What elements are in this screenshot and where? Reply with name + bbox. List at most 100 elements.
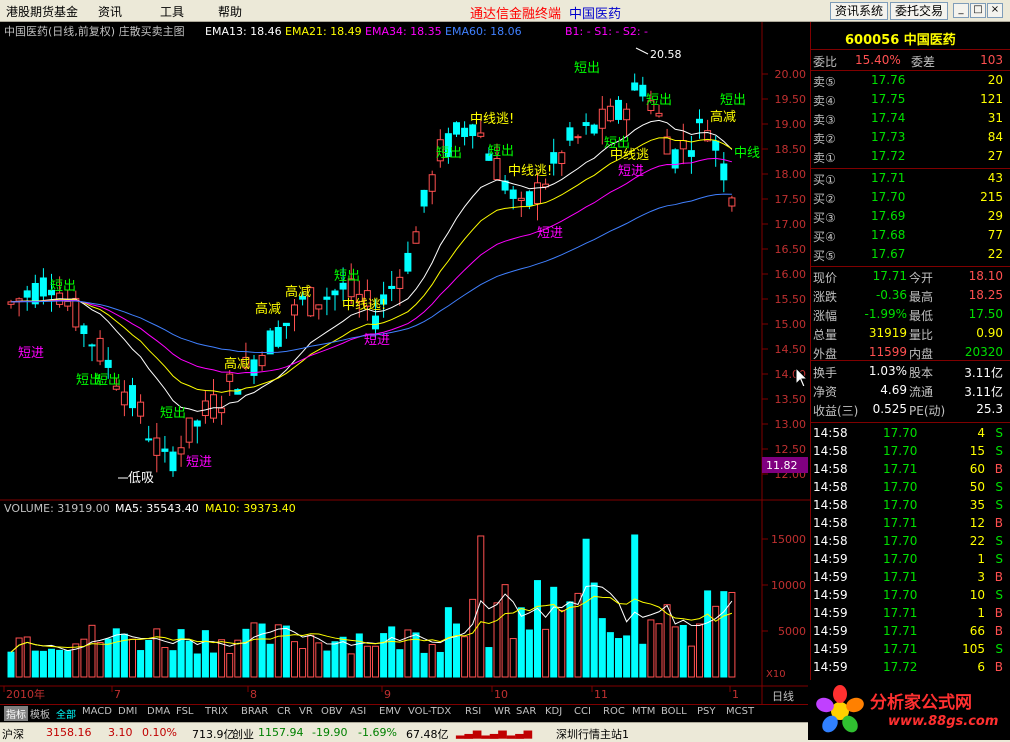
stat-label: 量比 xyxy=(909,328,934,342)
stat-value: 3.11亿 xyxy=(964,366,1003,380)
candle-body xyxy=(129,385,136,409)
signal-annotation: 短出 xyxy=(720,93,746,108)
candle-body xyxy=(509,189,517,199)
volume-label: VOLUME: 31919.00 xyxy=(4,502,110,515)
tick-volume: 10 xyxy=(969,588,985,602)
close-icon[interactable]: × xyxy=(987,3,1003,18)
tick-time: 14:59 xyxy=(813,606,848,620)
volume-bar xyxy=(550,586,558,678)
tick-side: B xyxy=(994,660,1003,674)
trade-button[interactable]: 委托交易 xyxy=(890,2,949,20)
tab-boll[interactable]: BOLL xyxy=(661,706,687,717)
volume-bar xyxy=(7,651,15,678)
tab-mtm[interactable]: MTM xyxy=(632,706,655,717)
tab-mcst[interactable]: MCST xyxy=(726,706,754,717)
candle-body xyxy=(258,354,266,367)
tick-side: S xyxy=(995,642,1003,656)
tab-dma[interactable]: DMA xyxy=(147,706,170,717)
tab-emv[interactable]: EMV xyxy=(379,706,401,717)
volume-bar xyxy=(396,649,404,678)
candle-body xyxy=(728,197,736,207)
sell-label: 卖② xyxy=(813,132,836,146)
stat-value: 31919 xyxy=(868,326,907,340)
candle-body xyxy=(453,122,460,135)
tab-asi[interactable]: ASI xyxy=(350,706,366,717)
tick-time: 14:59 xyxy=(813,552,848,566)
signal-annotation: 中线逃! xyxy=(342,298,386,313)
kline-chart[interactable]: 中国医药(日线,前复权) 庄散买卖主图 EMA13: 18.46 EMA21: 18… xyxy=(0,22,810,704)
tab-trix[interactable]: TRIX xyxy=(205,706,228,717)
volume-bar xyxy=(169,650,177,678)
chart-area[interactable]: 中国医药(日线,前复权) 庄散买卖主图 EMA13: 18.46 EMA21: 18… xyxy=(0,22,810,704)
candle-body xyxy=(120,391,128,406)
candle-body xyxy=(639,84,647,97)
minimize-icon[interactable]: _ xyxy=(953,3,969,18)
price-tick-label: 19.50 xyxy=(775,93,807,106)
index1-value: 3158.16 xyxy=(46,726,92,739)
tab-sar[interactable]: SAR xyxy=(516,706,536,717)
tab-obv[interactable]: OBV xyxy=(321,706,342,717)
tab-模板[interactable]: 模板 xyxy=(30,706,50,721)
candle-body xyxy=(420,189,428,207)
stat-value: 0.525 xyxy=(872,402,907,416)
candle-body xyxy=(72,297,80,328)
tick-side: B xyxy=(994,516,1003,530)
tab-macd[interactable]: MACD xyxy=(82,706,112,717)
tab-cci[interactable]: CCI xyxy=(574,706,591,717)
tab-brar[interactable]: BRAR xyxy=(241,706,268,717)
tab-rsi[interactable]: RSI xyxy=(465,706,481,717)
signal-annotation: 短进 xyxy=(186,455,212,470)
chart-background xyxy=(0,22,810,704)
tab-roc[interactable]: ROC xyxy=(603,706,625,717)
volume-bar xyxy=(372,645,379,678)
candle-body xyxy=(461,127,469,137)
tab-kdj[interactable]: KDJ xyxy=(545,706,562,717)
stat-label: PE(动) xyxy=(909,404,946,418)
tick-row: 14:58 17.70 50 S xyxy=(811,479,1010,497)
tab-wr[interactable]: WR xyxy=(494,706,511,717)
volume-bar xyxy=(428,644,436,678)
tab-dmi[interactable]: DMI xyxy=(118,706,137,717)
menu-help[interactable]: 帮助 xyxy=(218,3,242,20)
tab-指标[interactable]: 指标 xyxy=(4,706,28,721)
sell-level-row: 卖① 17.72 27 xyxy=(811,148,1010,166)
candle-body xyxy=(193,420,201,427)
volume-bar xyxy=(420,652,428,678)
server-status[interactable]: 深圳行情主站1 xyxy=(556,726,629,742)
candle-body xyxy=(104,359,112,368)
menu-hk-futures[interactable]: 港股期货基金 xyxy=(6,3,78,20)
menu-news[interactable]: 资讯 xyxy=(98,3,122,20)
buy-level-row: 买④ 17.68 77 xyxy=(811,227,1010,245)
volume-bar xyxy=(282,625,290,678)
period-label: 日线 xyxy=(772,689,794,703)
fundamental-row: 收益(三) 0.525 PE(动) 25.3 xyxy=(811,401,1010,419)
sell-label: 卖① xyxy=(813,151,836,165)
stat-value: 4.69 xyxy=(880,383,907,397)
tick-side: S xyxy=(995,444,1003,458)
volume-bar xyxy=(315,642,323,678)
volume-bar xyxy=(145,639,153,678)
tab-vr[interactable]: VR xyxy=(299,706,313,717)
fundamental-row: 净资 4.69 流通 3.11亿 xyxy=(811,382,1010,400)
date-label: 1 xyxy=(732,688,739,701)
candle-body xyxy=(315,304,323,310)
sell-label: 卖③ xyxy=(813,113,836,127)
stat-value: 20320 xyxy=(964,345,1003,359)
candle-body xyxy=(517,197,525,201)
buy-volume: 29 xyxy=(987,209,1003,223)
tab-全部[interactable]: 全部 xyxy=(56,706,76,721)
volume-bar xyxy=(615,638,622,678)
tab-cr[interactable]: CR xyxy=(277,706,291,717)
candle-body xyxy=(169,451,177,472)
maximize-icon[interactable]: □ xyxy=(970,3,986,18)
tick-side: B xyxy=(994,570,1003,584)
signal-annotation: 高减 xyxy=(255,301,281,317)
menu-tools[interactable]: 工具 xyxy=(160,3,184,20)
tab-fsl[interactable]: FSL xyxy=(176,706,194,717)
tab-vol-tdx[interactable]: VOL-TDX xyxy=(408,706,451,717)
news-system-button[interactable]: 资讯系统 xyxy=(830,2,889,20)
stock-code: 600056 中国医药 xyxy=(845,33,956,48)
tab-psy[interactable]: PSY xyxy=(697,706,716,717)
signal-label: B1: - S1: - S2: - xyxy=(565,25,648,38)
volume-bar xyxy=(639,643,647,678)
